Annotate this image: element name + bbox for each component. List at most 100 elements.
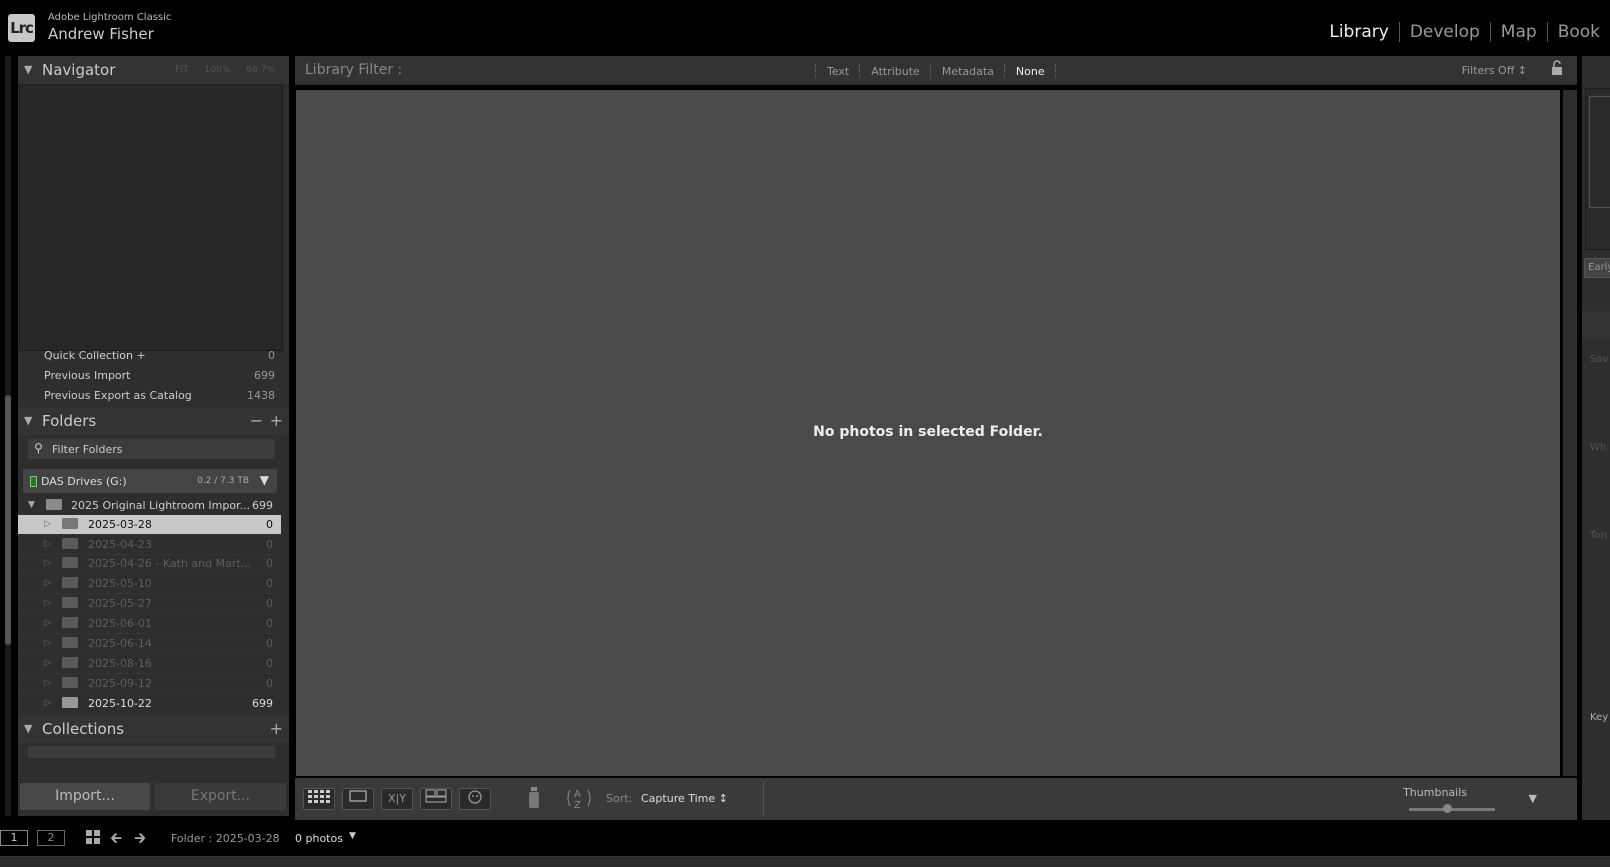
expand-triangle-icon[interactable]: ▼ bbox=[28, 500, 35, 510]
folder-item[interactable]: ▷ 2025-04-26 - Kath and Mart... 0 bbox=[18, 554, 281, 574]
expand-triangle-icon[interactable]: ▷ bbox=[44, 638, 51, 648]
quick-develop-preset-dropdown[interactable]: Early bbox=[1584, 258, 1610, 278]
folder-count: 0 bbox=[266, 597, 273, 610]
add-folder-button[interactable]: + bbox=[270, 411, 283, 430]
filter-presets-dropdown[interactable]: Filters Off ↕ bbox=[1462, 64, 1527, 77]
grid-icon[interactable] bbox=[85, 829, 101, 849]
folder-icon bbox=[62, 637, 78, 648]
folder-name: 2025-10-22 bbox=[88, 697, 152, 710]
catalog-item-count: 699 bbox=[254, 369, 275, 382]
thumbnail-size-slider[interactable] bbox=[1409, 808, 1495, 811]
people-view-button[interactable] bbox=[459, 788, 491, 810]
folder-item[interactable]: ▷ 2025-06-14 0 bbox=[18, 634, 281, 654]
add-collection-button[interactable]: + bbox=[270, 719, 283, 738]
loupe-view-button[interactable] bbox=[342, 788, 374, 810]
remove-folder-button[interactable]: − bbox=[250, 411, 263, 430]
volume-dropdown-icon[interactable]: ▼ bbox=[260, 473, 269, 487]
zoom-667[interactable]: 66.7% bbox=[246, 65, 275, 75]
collapse-triangle-icon[interactable]: ▼ bbox=[24, 414, 32, 427]
folder-item[interactable]: ▷ 2025-04-23 0 bbox=[18, 535, 281, 555]
catalog-previous-export[interactable]: Previous Export as Catalog 1438 bbox=[18, 386, 289, 406]
folder-icon bbox=[62, 677, 78, 688]
filmstrip[interactable] bbox=[0, 856, 1610, 867]
grid-scrollbar[interactable] bbox=[1563, 90, 1577, 776]
lock-icon[interactable] bbox=[1551, 60, 1563, 76]
identity-plate[interactable]: Andrew Fisher bbox=[48, 25, 154, 43]
expand-triangle-icon[interactable]: ▷ bbox=[44, 658, 51, 668]
collections-header[interactable]: ▼ Collections + bbox=[18, 715, 289, 743]
expand-triangle-icon[interactable]: ▷ bbox=[44, 698, 51, 708]
navigator-preview[interactable] bbox=[19, 84, 283, 351]
folders-header[interactable]: ▼ Folders − + bbox=[18, 407, 289, 435]
folder-count: 699 bbox=[252, 697, 273, 710]
navigator-header[interactable]: ▼ Navigator FIT 100% 66.7% bbox=[18, 56, 289, 84]
module-map[interactable]: Map bbox=[1491, 22, 1547, 42]
zoom-100[interactable]: 100% bbox=[205, 65, 231, 75]
left-panel-scroll-thumb[interactable] bbox=[5, 395, 11, 645]
folder-name: 2025-06-01 bbox=[88, 617, 152, 630]
catalog-previous-import[interactable]: Previous Import 699 bbox=[18, 366, 289, 386]
expand-triangle-icon[interactable]: ▷ bbox=[44, 598, 51, 608]
filter-collections-input[interactable] bbox=[28, 746, 275, 758]
folder-item[interactable]: ▷ 2025-05-27 0 bbox=[18, 594, 281, 614]
compare-view-button[interactable]: X|Y bbox=[381, 788, 413, 810]
module-library[interactable]: Library bbox=[1319, 22, 1398, 42]
collapse-triangle-icon[interactable]: ▼ bbox=[24, 722, 32, 735]
folder-item[interactable]: ▷ 2025-08-16 0 bbox=[18, 654, 281, 674]
filter-folders-input[interactable]: ⚲ Filter Folders bbox=[28, 439, 275, 459]
expand-triangle-icon[interactable]: ▷ bbox=[44, 678, 51, 688]
survey-view-button[interactable] bbox=[420, 788, 452, 810]
lrc-logo: Lrc bbox=[8, 14, 35, 42]
folder-count: 0 bbox=[266, 538, 273, 551]
volume-header[interactable]: DAS Drives (G:) 0.2 / 7.3 TB ▼ bbox=[23, 469, 277, 493]
folder-count: 0 bbox=[266, 577, 273, 590]
folders-title: Folders bbox=[42, 412, 97, 430]
zoom-fit[interactable]: FIT bbox=[175, 65, 188, 75]
right-panel: Early Sav Wh Ton Key bbox=[1582, 56, 1610, 820]
folder-name: 2025-03-28 bbox=[88, 518, 152, 531]
thumbnail-size-slider-knob[interactable] bbox=[1443, 804, 1452, 813]
folder-item[interactable]: ▷ 2025-06-01 0 bbox=[18, 614, 281, 634]
filter-tab-none[interactable]: None bbox=[1006, 65, 1055, 78]
collections-title: Collections bbox=[42, 720, 125, 738]
expand-triangle-icon[interactable]: ▷ bbox=[44, 539, 51, 549]
filter-tab-text[interactable]: Text bbox=[817, 65, 859, 78]
navigator-title: Navigator bbox=[42, 61, 116, 79]
filter-divider bbox=[1054, 64, 1057, 78]
grid-view-button[interactable] bbox=[303, 788, 335, 810]
panel-header[interactable] bbox=[1582, 311, 1610, 339]
painter-icon[interactable] bbox=[527, 786, 541, 810]
filter-tab-metadata[interactable]: Metadata bbox=[932, 65, 1004, 78]
volume-size: 0.2 / 7.3 TB bbox=[197, 476, 249, 486]
import-button[interactable]: Import... bbox=[20, 783, 150, 810]
expand-triangle-icon[interactable]: ▷ bbox=[44, 519, 51, 529]
sort-direction-icon[interactable]: AZ bbox=[565, 786, 597, 814]
photo-count[interactable]: 0 photos bbox=[295, 832, 343, 845]
toolbar-content-menu-icon[interactable]: ▼ bbox=[1529, 792, 1537, 805]
forward-arrow-icon[interactable]: 🡲 bbox=[134, 828, 146, 853]
filter-tab-attribute[interactable]: Attribute bbox=[861, 65, 930, 78]
folder-root[interactable]: ▼ 2025 Original Lightroom Impor... 699 bbox=[18, 496, 281, 516]
folder-item[interactable]: ▷ 2025-09-12 0 bbox=[18, 674, 281, 694]
expand-triangle-icon[interactable]: ▷ bbox=[44, 558, 51, 568]
catalog-item-label: Quick Collection + bbox=[44, 349, 146, 362]
module-develop[interactable]: Develop bbox=[1400, 22, 1490, 42]
secondary-window-button[interactable]: 2 bbox=[37, 830, 65, 846]
volume-name: DAS Drives (G:) bbox=[41, 475, 127, 488]
module-book[interactable]: Book bbox=[1548, 22, 1610, 42]
expand-triangle-icon[interactable]: ▷ bbox=[44, 578, 51, 588]
histogram-frame bbox=[1589, 96, 1610, 208]
folder-item[interactable]: ▷ 2025-10-22 699 bbox=[18, 694, 281, 714]
sort-dropdown[interactable]: Capture Time ↕ bbox=[641, 792, 728, 805]
collapse-triangle-icon[interactable]: ▼ bbox=[24, 63, 32, 76]
folder-path[interactable]: Folder : 2025-03-28 bbox=[171, 832, 280, 845]
expand-triangle-icon[interactable]: ▷ bbox=[44, 618, 51, 628]
folder-item[interactable]: ▷ 2025-05-10 0 bbox=[18, 574, 281, 594]
chevron-down-icon[interactable]: ▼ bbox=[349, 831, 356, 841]
main-window-button[interactable]: 1 bbox=[0, 830, 28, 846]
folder-item[interactable]: ▷ 2025-03-28 0 bbox=[18, 515, 281, 535]
export-button[interactable]: Export... bbox=[155, 783, 286, 810]
catalog-quick-collection[interactable]: Quick Collection + 0 bbox=[18, 346, 289, 366]
back-arrow-icon[interactable]: 🡰 bbox=[110, 828, 122, 853]
catalog-item-label: Previous Export as Catalog bbox=[44, 389, 192, 402]
